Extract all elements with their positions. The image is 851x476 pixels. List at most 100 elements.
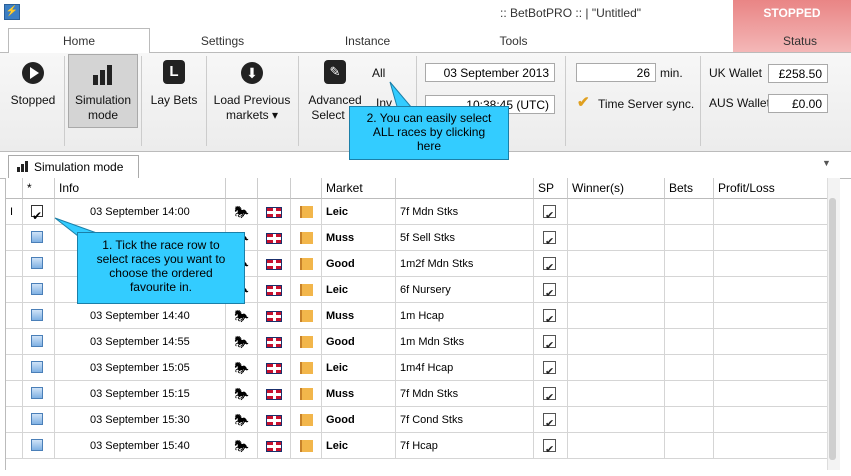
- row-select-checkbox[interactable]: [31, 361, 43, 373]
- course-name: Leic: [322, 199, 396, 225]
- race-time: 03 September 15:15: [55, 381, 226, 407]
- row-select-cell[interactable]: [23, 277, 55, 303]
- uk-flag-icon: [266, 233, 282, 244]
- sp-cell[interactable]: [534, 355, 568, 381]
- row-select-cell[interactable]: [23, 407, 55, 433]
- load-previous-markets-button[interactable]: ⬇ Load Previous markets ▾: [210, 56, 294, 128]
- horse-icon: 🐎: [234, 387, 249, 401]
- sp-cell[interactable]: [534, 199, 568, 225]
- pin-flag-cell: [291, 199, 322, 225]
- table-row[interactable]: 03 September 15:40 🐎 Leic 7f Hcap: [6, 433, 828, 459]
- profit-loss-cell: [714, 277, 828, 303]
- sp-cell[interactable]: [534, 277, 568, 303]
- table-row[interactable]: 03 September 14:55 🐎 Good 1m Mdn Stks: [6, 329, 828, 355]
- flag-icon: [300, 336, 313, 348]
- sp-checkbox[interactable]: [543, 229, 556, 250]
- tab-home[interactable]: Home: [8, 28, 150, 53]
- row-marker-cell: [6, 381, 23, 407]
- chevron-down-icon[interactable]: ▼: [822, 158, 831, 168]
- sp-cell[interactable]: [534, 329, 568, 355]
- select-all-button[interactable]: All: [372, 66, 392, 81]
- profit-loss-cell: [714, 433, 828, 459]
- uk-flag-icon: [266, 415, 282, 426]
- header-bets[interactable]: Bets: [665, 178, 714, 199]
- sp-cell[interactable]: [534, 251, 568, 277]
- row-select-cell[interactable]: [23, 251, 55, 277]
- sp-cell[interactable]: [534, 407, 568, 433]
- scrollbar-thumb[interactable]: [829, 198, 836, 460]
- tab-tools[interactable]: Tools: [466, 31, 561, 52]
- profit-loss-cell: [714, 303, 828, 329]
- row-select-cell[interactable]: [23, 303, 55, 329]
- bets-cell: [665, 277, 714, 303]
- row-marker-cell: [6, 433, 23, 459]
- row-select-cell[interactable]: [23, 199, 55, 225]
- sp-cell[interactable]: [534, 303, 568, 329]
- bets-cell: [665, 381, 714, 407]
- stopped-button[interactable]: Stopped: [4, 56, 62, 128]
- row-select-checkbox[interactable]: [31, 413, 43, 425]
- row-select-cell[interactable]: [23, 381, 55, 407]
- horse-icon: 🐎: [234, 361, 249, 375]
- row-select-checkbox[interactable]: [31, 203, 43, 224]
- row-select-checkbox[interactable]: [31, 283, 43, 295]
- sp-checkbox[interactable]: [543, 411, 556, 432]
- load-previous-label-2: markets ▾: [225, 108, 279, 122]
- time-server-sync[interactable]: Time Server sync.: [598, 97, 694, 112]
- sp-checkbox[interactable]: [543, 437, 556, 458]
- row-select-checkbox[interactable]: [31, 309, 43, 321]
- row-select-checkbox[interactable]: [31, 335, 43, 347]
- app-icon[interactable]: ⚡: [4, 4, 20, 20]
- row-marker-cell: [6, 277, 23, 303]
- header-profit-loss[interactable]: Profit/Loss: [714, 178, 828, 199]
- header-winners[interactable]: Winner(s): [568, 178, 665, 199]
- horse-icon-cell: 🐎: [226, 381, 258, 407]
- header-sp[interactable]: SP: [534, 178, 568, 199]
- table-row[interactable]: 03 September 15:05 🐎 Leic 1m4f Hcap: [6, 355, 828, 381]
- winners-cell: [568, 277, 665, 303]
- edit-icon: ✎: [324, 60, 346, 84]
- profit-loss-cell: [714, 199, 828, 225]
- row-select-checkbox[interactable]: [31, 257, 43, 269]
- date-field[interactable]: 03 September 2013: [425, 63, 555, 82]
- sp-cell[interactable]: [534, 225, 568, 251]
- sp-checkbox[interactable]: [543, 385, 556, 406]
- row-select-cell[interactable]: [23, 355, 55, 381]
- minutes-input[interactable]: 26: [576, 63, 656, 82]
- sp-cell[interactable]: [534, 433, 568, 459]
- row-select-cell[interactable]: [23, 433, 55, 459]
- tab-status[interactable]: Status: [750, 31, 850, 52]
- sp-checkbox[interactable]: [543, 281, 556, 302]
- sp-checkbox[interactable]: [543, 255, 556, 276]
- race-time: 03 September 15:30: [55, 407, 226, 433]
- winners-cell: [568, 251, 665, 277]
- sp-checkbox[interactable]: [543, 307, 556, 328]
- sp-checkbox[interactable]: [543, 333, 556, 354]
- table-row[interactable]: 03 September 15:30 🐎 Good 7f Cond Stks: [6, 407, 828, 433]
- row-select-checkbox[interactable]: [31, 231, 43, 243]
- table-row[interactable]: I 03 September 14:00 🐎 Leic7f Mdn Stks: [6, 199, 828, 225]
- header-info[interactable]: Info: [55, 178, 226, 199]
- row-select-cell[interactable]: [23, 329, 55, 355]
- bets-cell: [665, 355, 714, 381]
- sp-checkbox[interactable]: [543, 203, 556, 224]
- callout2-line1: 2. You can easily select: [366, 111, 492, 125]
- tab-settings[interactable]: Settings: [175, 31, 270, 52]
- row-select-checkbox[interactable]: [31, 439, 43, 451]
- lay-bets-button[interactable]: L Lay Bets: [146, 56, 202, 128]
- row-select-cell[interactable]: [23, 225, 55, 251]
- aus-wallet-value: £0.00: [768, 94, 828, 113]
- header-market[interactable]: Market: [322, 178, 396, 199]
- table-row[interactable]: 03 September 15:15 🐎 Muss 7f Mdn Stks: [6, 381, 828, 407]
- course-name: Muss: [322, 303, 396, 329]
- sp-checkbox[interactable]: [543, 359, 556, 380]
- table-row[interactable]: 03 September 14:40 🐎 Muss 1m Hcap: [6, 303, 828, 329]
- course-name: Good: [322, 407, 396, 433]
- row-select-checkbox[interactable]: [31, 387, 43, 399]
- document-tab-simulation[interactable]: Simulation mode: [8, 155, 139, 178]
- tab-instance[interactable]: Instance: [320, 31, 415, 52]
- winners-cell: [568, 303, 665, 329]
- header-star[interactable]: *: [23, 178, 55, 199]
- simulation-mode-button[interactable]: Simulation mode: [68, 54, 138, 128]
- sp-cell[interactable]: [534, 381, 568, 407]
